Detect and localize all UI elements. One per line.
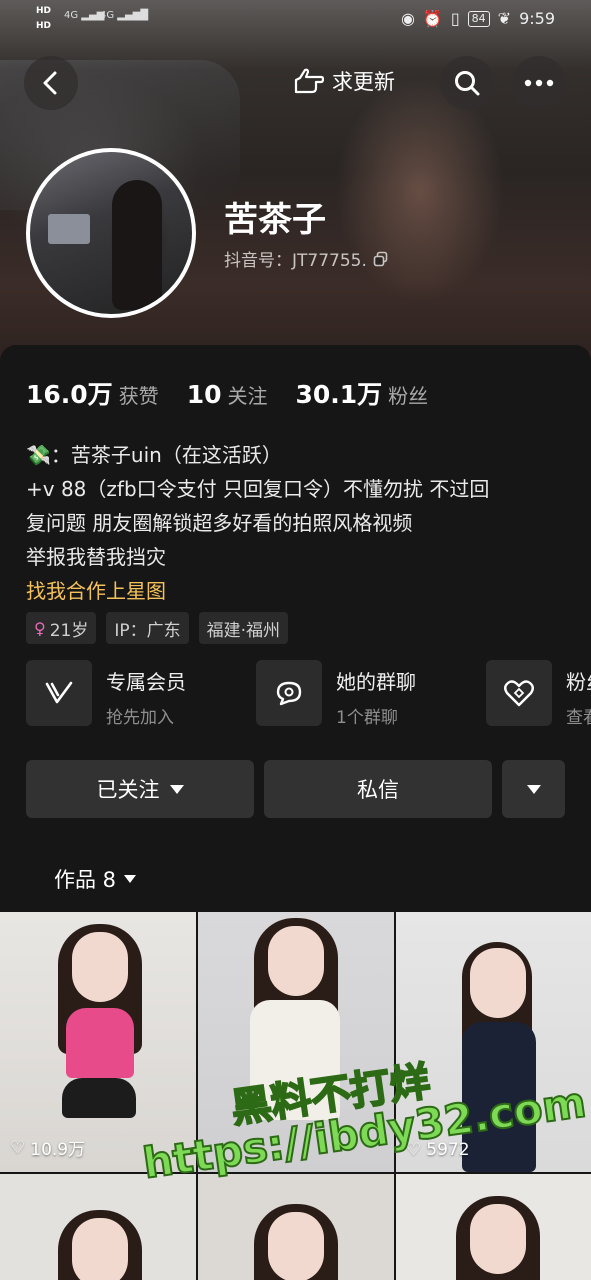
stat-followers-num: 30.1万 — [295, 380, 383, 409]
bio: 💸：苦茶子uin（在这活跃） +v 88（zfb口令支付 只回复口令）不懂勿扰 … — [26, 438, 566, 608]
leaf-icon: ❦ — [497, 9, 512, 28]
search-icon — [455, 71, 480, 96]
bio-line-1: 💸：苦茶子uin（在这活跃） — [26, 443, 282, 467]
v-badge-icon — [45, 681, 73, 704]
status-right-group: ◉ ⏰ ▯ 84 ❦ 9:59 — [401, 9, 555, 28]
video-thumbnail[interactable]: ♡ 5972 — [396, 912, 591, 1172]
avatar-figure — [112, 180, 162, 310]
stat-followers-label: 粉丝 — [388, 384, 429, 408]
request-update-label: 求更新 — [332, 70, 395, 94]
location-tag: 福建·福州 — [198, 612, 289, 644]
battery-icon: 84 — [467, 10, 490, 27]
avatar-car-screen — [48, 214, 90, 244]
membership-icon — [26, 660, 92, 726]
heart-diamond-icon — [504, 680, 534, 707]
stat-following-num: 10 — [186, 380, 222, 409]
video-thumbnail[interactable] — [198, 1174, 394, 1280]
message-label: 私信 — [357, 778, 399, 802]
followed-button[interactable]: 已关注 — [26, 760, 254, 818]
tag-row: ♀ 21岁 IP：广东 福建·福州 — [26, 612, 289, 644]
stat-following[interactable]: 10 关注 — [187, 380, 268, 409]
bio-line-3: 复问题 朋友圈解锁超多好看的拍照风格视频 — [26, 511, 413, 535]
clock-time: 9:59 — [519, 9, 555, 28]
works-dropdown-icon — [124, 875, 137, 883]
fan-club-subtitle: 查看 — [566, 708, 591, 728]
status-bar: HD HD 4G ▂▄▆ 4G ▂▄▆█ ◉ ⏰ ▯ 84 ❦ 9:59 — [0, 0, 591, 40]
chat-bubble-icon — [276, 681, 302, 706]
group-chat-title: 她的群聊 — [336, 670, 416, 694]
fan-club-entry[interactable]: 粉丝 查看 — [486, 660, 591, 728]
female-icon: ♀ — [34, 618, 46, 638]
stat-likes-num: 16.0万 — [26, 380, 113, 409]
signal-strength-icon: 4G ▂▄▆ — [64, 10, 105, 21]
money-emoji-icon: 💸 — [26, 443, 51, 467]
back-arrow-icon — [43, 71, 57, 95]
fan-club-title: 粉丝 — [566, 670, 591, 694]
fan-club-icon-box — [486, 660, 552, 726]
age-tag: ♀ 21岁 — [26, 612, 97, 644]
star-map-link[interactable]: 找我合作上星图 — [26, 574, 566, 608]
membership-entry[interactable]: 专属会员 抢先加入 — [26, 660, 186, 728]
pointing-hand-icon — [294, 68, 324, 94]
douyin-id-text: 抖音号：JT77755. — [224, 251, 367, 271]
avatar[interactable] — [26, 148, 196, 318]
video-likes: ♡ 10.9万 — [10, 1137, 86, 1161]
group-chat-entry[interactable]: 她的群聊 1个群聊 — [256, 660, 416, 728]
copy-icon[interactable] — [373, 251, 389, 267]
more-button[interactable] — [512, 56, 566, 110]
bio-line-4: 举报我替我挡灾 — [26, 545, 166, 569]
stat-followers[interactable]: 30.1万 粉丝 — [295, 375, 428, 411]
search-button[interactable] — [440, 56, 494, 110]
stats-row: 16.0万 获赞 10 关注 30.1万 粉丝 — [26, 375, 428, 411]
tab-works[interactable]: 作品 8 — [54, 864, 137, 894]
stat-following-label: 关注 — [227, 384, 268, 408]
network-hd-indicator: HD HD — [36, 6, 52, 31]
douyin-id[interactable]: 抖音号：JT77755. — [224, 246, 389, 271]
bio-line-2: +v 88（zfb口令支付 只回复口令）不懂勿扰 不过回 — [26, 477, 490, 501]
video-thumbnail[interactable] — [0, 1174, 196, 1280]
video-thumbnail[interactable]: ♡ 10.9万 — [0, 912, 196, 1172]
back-button[interactable] — [24, 56, 78, 110]
request-update-button[interactable]: 求更新 — [292, 66, 395, 96]
eye-icon: ◉ — [400, 9, 415, 28]
membership-subtitle: 抢先加入 — [106, 708, 174, 728]
more-dots-icon — [524, 79, 554, 87]
signal-strength-icon-2: 4G ▂▄▆█ — [100, 10, 149, 21]
heart-icon: ♡ — [10, 1137, 26, 1158]
profile-name: 苦茶子 — [224, 200, 326, 240]
message-button[interactable]: 私信 — [264, 760, 492, 818]
membership-title: 专属会员 — [106, 670, 186, 694]
chevron-down-icon — [526, 784, 541, 794]
ip-tag: IP：广东 — [106, 612, 189, 644]
heart-icon: ♡ — [406, 1140, 422, 1160]
group-chat-subtitle: 1个群聊 — [336, 708, 398, 728]
video-thumbnail[interactable] — [396, 1174, 591, 1280]
works-tab-label: 作品 8 — [54, 868, 117, 892]
group-chat-icon-box — [256, 660, 322, 726]
dropdown-triangle-icon — [169, 784, 184, 794]
followed-label: 已关注 — [96, 778, 160, 802]
stat-likes[interactable]: 16.0万 获赞 — [26, 375, 159, 411]
more-actions-button[interactable] — [502, 760, 565, 818]
alarm-icon: ⏰ — [422, 9, 443, 28]
stat-likes-label: 获赞 — [118, 384, 159, 408]
video-likes: ♡ 5972 — [406, 1140, 470, 1160]
video-thumbnail[interactable] — [198, 912, 394, 1172]
vibrate-icon: ▯ — [450, 9, 460, 28]
feature-row: 专属会员 抢先加入 她的群聊 1个群聊 粉丝 查看 — [26, 660, 591, 730]
